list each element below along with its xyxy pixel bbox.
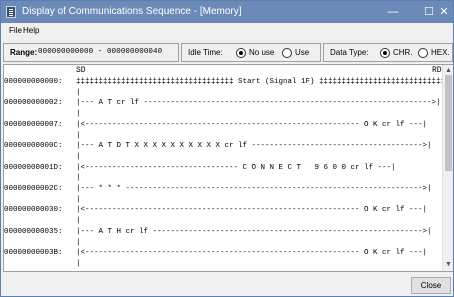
range-label: Range: [10,48,38,57]
menu-bar: File Help [1,23,453,39]
row-sequence-text: | [76,152,81,161]
idle-use-label[interactable]: Use [295,48,309,57]
scroll-up-icon[interactable]: ▲ [443,67,454,75]
row-sequence-text: | [76,217,81,226]
sequence-view[interactable]: SD RD 000000000000: ‡‡‡‡‡‡‡‡‡‡‡‡‡‡‡‡‡‡‡‡‡… [3,64,453,272]
row-sequence-text: | [76,110,81,119]
row-address: 00000000002C: [4,185,63,193]
row-address: 000000000000: [4,78,63,86]
sequence-row: 00000000003B: |<-------------------------… [4,248,444,258]
app-window: Display of Communications Sequence - [Me… [0,0,454,297]
row-sequence-text: | [76,238,81,247]
sequence-spacer-row: | [4,259,444,269]
sequence-spacer-row: | [4,152,444,162]
row-sequence-text: |<--------------------------------------… [76,249,428,258]
idle-time-panel: Idle Time: No use Use [181,43,321,62]
vertical-scrollbar[interactable]: ▲ ▼ [442,65,453,271]
sequence-row: 00000000002C: |--- * * * ----------------… [4,184,444,194]
scroll-thumb[interactable] [445,75,452,171]
row-address: 000000000030: [4,206,63,215]
menu-help[interactable]: Help [23,26,39,35]
sequence-spacer-row: | [4,131,444,141]
sequence-row: 00000000001D: |<-------------------------… [4,163,444,173]
row-address: 00000000001D: [4,163,63,172]
row-sequence-text: |<--------------------------------------… [76,206,428,215]
row-sequence-text: |<---------------------------------- C O… [76,163,396,172]
window-close-button[interactable]: ✕ [435,1,453,23]
row-sequence-text: ‡‡‡‡‡‡‡‡‡‡‡‡‡‡‡‡‡‡‡‡‡‡‡‡‡‡‡‡‡‡‡‡‡‡‡ Star… [76,78,453,86]
type-hex-radio[interactable] [418,48,428,58]
sd-column-header: SD [76,66,86,75]
sequence-spacer-row: | [4,109,444,119]
sequence-spacer-row: | [4,216,444,226]
type-hex-label[interactable]: HEX. [431,48,450,57]
row-address: 00000000000C: [4,142,63,151]
row-address: 00000000003B: [4,249,63,258]
row-sequence-text: | [76,195,81,204]
type-chr-radio[interactable] [380,48,390,58]
row-sequence-text: | [76,131,81,140]
row-sequence-text: |--- A T D T X X X X X X X X X X cr lf -… [76,142,432,151]
sequence-row: 000000000030: |<-------------------------… [4,205,444,215]
minimize-button[interactable]: — [375,1,411,23]
data-type-label: Data Type: [330,48,369,57]
row-address: 000000000035: [4,227,63,236]
scroll-down-icon[interactable]: ▼ [443,261,454,269]
window-title: Display of Communications Sequence - [Me… [22,6,242,17]
sequence-spacer-row: | [4,195,444,205]
sequence-row: 000000000000: ‡‡‡‡‡‡‡‡‡‡‡‡‡‡‡‡‡‡‡‡‡‡‡‡‡‡‡… [4,77,453,87]
sequence-row: 000000000007: |<-------------------------… [4,120,444,130]
title-bar[interactable]: Display of Communications Sequence - [Me… [1,1,453,23]
menu-file[interactable]: File [9,26,22,35]
app-icon [6,6,16,18]
type-chr-label[interactable]: CHR. [393,48,413,57]
rd-column-header: RD [432,66,442,75]
sequence-row: 000000000002: |--- A T cr lf ------------… [4,98,444,108]
sequence-row: 00000000000C: |--- A T D T X X X X X X X … [4,141,444,151]
row-sequence-text: | [76,174,81,183]
idle-time-label: Idle Time: [188,48,223,57]
idle-no-use-label[interactable]: No use [249,48,274,57]
sequence-spacer-row: | [4,88,444,98]
idle-no-use-radio[interactable] [236,48,246,58]
row-sequence-text: | [76,88,81,97]
row-sequence-text: |--- * * * -----------------------------… [76,185,432,193]
row-address: 000000000007: [4,120,63,129]
row-sequence-text: |--- A T cr lf -------------------------… [76,99,441,108]
sequence-spacer-row: | [4,238,444,248]
row-address: 000000000002: [4,99,63,108]
range-panel: Range: 000000000000 - 000000000040 [3,43,179,62]
row-sequence-text: |<--------------------------------------… [76,120,428,129]
close-button[interactable]: Close [411,277,451,294]
idle-use-radio[interactable] [282,48,292,58]
range-value: 000000000000 - 000000000040 [38,48,163,56]
sequence-row: 000000000035: |--- A T H cr lf ----------… [4,227,444,237]
data-type-panel: Data Type: CHR. HEX. [323,43,453,62]
row-sequence-text: | [76,259,81,268]
row-sequence-text: |--- A T H cr lf -----------------------… [76,227,432,236]
sequence-spacer-row: | [4,173,444,183]
